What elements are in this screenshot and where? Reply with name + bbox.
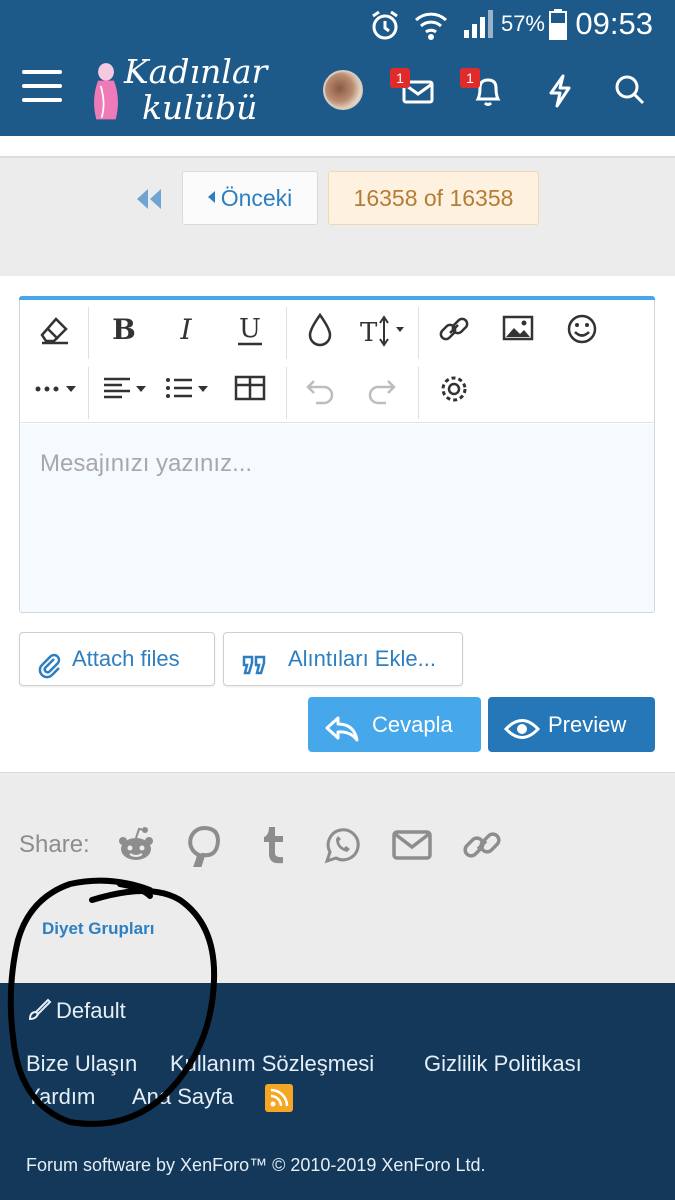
eraser-icon[interactable] <box>28 303 80 355</box>
site-footer: Default Bize Ulaşın Kullanım Sözleşmesi … <box>0 983 675 1200</box>
email-icon[interactable] <box>390 823 434 867</box>
previous-page-button[interactable]: Önceki <box>182 171 318 225</box>
style-chooser[interactable]: Default <box>26 997 126 1024</box>
message-placeholder: Mesajınızı yazınız... <box>40 450 253 477</box>
clock: 09:53 <box>575 6 653 41</box>
alerts-badge: 1 <box>460 68 480 88</box>
reply-button[interactable]: Cevapla <box>308 697 481 752</box>
app-header: Kadınlar kulübü 1 1 <box>0 48 675 136</box>
font-size-icon[interactable]: T <box>356 303 414 355</box>
message-editor: B I U T Mesajınızı yazınız... <box>19 296 655 613</box>
search-icon[interactable] <box>608 68 652 112</box>
logo-text-line1: Kadınlar <box>124 52 268 91</box>
footer-link-help[interactable]: Yardım <box>26 1084 95 1110</box>
site-logo[interactable]: Kadınlar kulübü <box>84 54 274 130</box>
whatsapp-icon[interactable] <box>320 823 364 867</box>
avatar[interactable] <box>323 70 363 110</box>
reply-icon <box>324 709 360 742</box>
align-icon[interactable] <box>98 363 156 415</box>
redo-icon[interactable] <box>356 363 408 415</box>
emoji-icon[interactable] <box>556 303 608 355</box>
logo-figure-icon <box>94 63 118 120</box>
quick-reply: B I U T Mesajınızı yazınız... Attach fil… <box>0 276 675 773</box>
link-icon[interactable] <box>428 303 480 355</box>
rss-icon[interactable] <box>265 1084 293 1112</box>
copyright: Forum software by XenForo™ © 2010-2019 X… <box>26 1155 486 1175</box>
share-label: Share: <box>19 831 90 858</box>
svg-text:I: I <box>179 313 192 346</box>
underline-icon[interactable]: U <box>224 303 276 355</box>
alarm-icon <box>368 8 402 42</box>
footer-link-home[interactable]: Ana Sayfa <box>132 1084 234 1110</box>
battery-icon <box>548 8 568 40</box>
menu-icon[interactable] <box>22 70 62 106</box>
svg-text:U: U <box>239 314 261 344</box>
preview-button[interactable]: Preview <box>488 697 655 752</box>
page-navigation: Önceki 16358 of 16358 <box>0 158 675 276</box>
tumblr-icon[interactable] <box>252 823 296 867</box>
footer-link-privacy[interactable]: Gizlilik Politikası <box>424 1051 582 1077</box>
insert-quotes-button[interactable]: Alıntıları Ekle... <box>223 632 463 686</box>
footer-link-terms[interactable]: Kullanım Sözleşmesi <box>170 1051 374 1077</box>
inbox-badge: 1 <box>390 68 410 88</box>
undo-icon[interactable] <box>294 363 346 415</box>
message-input[interactable]: Mesajınızı yazınız... <box>20 424 654 612</box>
lightning-icon[interactable] <box>538 68 582 112</box>
table-icon[interactable] <box>224 363 276 415</box>
footer-link-contact[interactable]: Bize Ulaşın <box>26 1051 137 1077</box>
color-drop-icon[interactable] <box>294 303 346 355</box>
paperclip-icon <box>36 646 64 679</box>
list-icon[interactable] <box>160 363 218 415</box>
quote-icon <box>240 646 268 675</box>
breadcrumb-link[interactable]: Diyet Grupları <box>42 919 154 939</box>
status-bar: 57% 09:53 <box>0 0 675 48</box>
page-indicator[interactable]: 16358 of 16358 <box>328 171 539 225</box>
battery-percent: 57% <box>500 11 545 36</box>
settings-icon[interactable] <box>428 363 480 415</box>
bold-icon[interactable]: B <box>98 303 150 355</box>
image-icon[interactable] <box>492 303 544 355</box>
svg-text:B: B <box>112 313 136 346</box>
reddit-icon[interactable] <box>114 823 158 867</box>
signal-icon <box>462 8 494 40</box>
logo-text-line2: kulübü <box>142 88 258 127</box>
pinterest-icon[interactable] <box>182 823 226 867</box>
editor-toolbar: B I U T <box>20 301 654 423</box>
link-icon[interactable] <box>460 823 504 867</box>
svg-text:T: T <box>360 318 378 348</box>
italic-icon[interactable]: I <box>160 303 212 355</box>
eye-icon <box>503 709 541 739</box>
wifi-icon <box>414 8 448 42</box>
more-icon[interactable] <box>28 363 86 415</box>
first-page-icon[interactable] <box>134 186 164 212</box>
attach-files-button[interactable]: Attach files <box>19 632 215 686</box>
brush-icon <box>28 998 52 1021</box>
share-section: Share: Diyet Grupları <box>0 773 675 983</box>
caret-left-icon <box>207 191 215 203</box>
